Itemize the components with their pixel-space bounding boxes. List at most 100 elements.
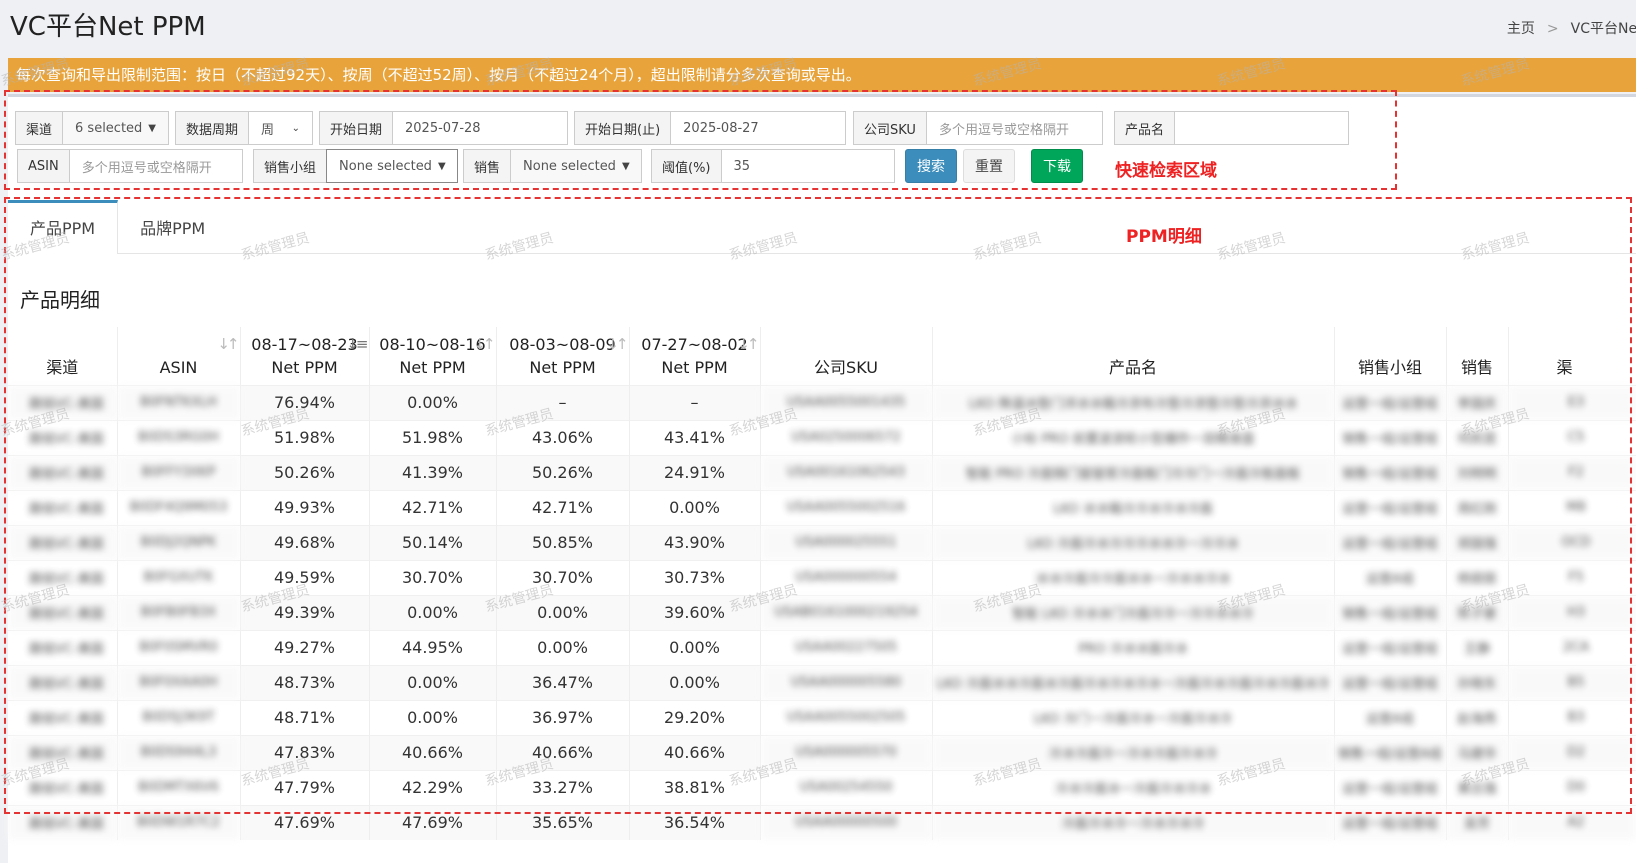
cell-week-2: 0.00% xyxy=(369,594,497,630)
cell-company-sku: USA0250006572 xyxy=(760,419,933,455)
col-company-sku: 公司SKU xyxy=(760,327,933,385)
start-date-input[interactable]: 2025-07-28 xyxy=(393,112,567,144)
col-week-4-metric: Net PPM xyxy=(661,357,728,377)
channel-filter: 渠道 6 selected ▼ xyxy=(15,111,169,145)
cell-asin: B0F0XAA0H xyxy=(117,664,241,700)
asin-input[interactable]: 多个用逗号或空格隔开 xyxy=(70,150,242,182)
sales-select[interactable]: None selected ▼ xyxy=(511,150,641,182)
col-week-4-range: 07-27~08-02 xyxy=(641,334,748,354)
sales-group-filter: 销售小组 None selected ▼ xyxy=(253,149,458,183)
channel-select[interactable]: 6 selected ▼ xyxy=(63,112,168,144)
sort-desc-icon: ↓≡ xyxy=(346,335,368,353)
cell-extra: B3 xyxy=(1508,699,1636,735)
cell-week-1: 49.39% xyxy=(240,594,370,630)
cell-asin: B0DMTX6V6 xyxy=(117,769,241,805)
col-week-3-range: 08-03~08-09 xyxy=(509,334,616,354)
period-label: 数据周期 xyxy=(176,112,250,144)
col-week-2[interactable]: ↓↑ 08-10~08-16 Net PPM xyxy=(369,327,497,385)
col-week-2-metric: Net PPM xyxy=(399,357,466,377)
cell-product-name: 冷冰冷面冷一冷冰冷面冷冰冷 xyxy=(932,734,1335,770)
cell-product-name: PRO 冷冰冰面冷冰 xyxy=(932,629,1335,665)
cell-channel: 路铭VC-美国 xyxy=(8,419,118,455)
cell-product-name: LKO 冷面冰冰冷面冰冷面冷冰冷冰冷冰一冷面冷冰冷面冷冰冷面冰冷 xyxy=(932,664,1335,700)
cell-company-sku: USAA000005580 xyxy=(760,664,933,700)
cell-week-1: 48.73% xyxy=(240,664,370,700)
product-name-input[interactable] xyxy=(1175,112,1348,144)
cell-week-3: 42.71% xyxy=(496,489,630,525)
cell-product-name: LKO 冰冰箱冷冷冰冷冰冷面 xyxy=(932,489,1335,525)
end-date-input[interactable]: 2025-08-27 xyxy=(671,112,845,144)
cell-channel: 路铭VC-美国 xyxy=(8,559,118,595)
col-week-1[interactable]: ↓≡ 08-17~08-23 Net PPM xyxy=(240,327,370,385)
cell-asin: B0F0SMVR0 xyxy=(117,629,241,665)
download-button[interactable]: 下载 xyxy=(1031,149,1083,183)
period-select[interactable]: 周 ⌄ xyxy=(249,112,312,144)
cell-week-2: 51.98% xyxy=(369,419,497,455)
cell-channel: 路铭VC-美国 xyxy=(8,524,118,560)
cell-week-4: – xyxy=(629,384,761,420)
table-row: 路铭VC-美国 B0FB0FB3X 49.39% 0.00% 0.00% 39.60% US… xyxy=(8,594,1636,630)
cell-week-2: 42.29% xyxy=(369,769,497,805)
cell-channel: 路铭VC-美国 xyxy=(8,769,118,805)
cell-extra: 2CA xyxy=(1508,629,1636,665)
cell-extra: OCD xyxy=(1508,524,1636,560)
cell-channel: 路铭VC-美国 xyxy=(8,664,118,700)
cell-asin: B0DS944L3 xyxy=(117,734,241,770)
cell-extra: A2 xyxy=(1508,804,1636,840)
col-asin[interactable]: ↓↑ ASIN xyxy=(117,327,241,385)
cell-week-3: 30.70% xyxy=(496,559,630,595)
col-extra: 渠 xyxy=(1508,327,1636,385)
cell-week-4: 0.00% xyxy=(629,629,761,665)
search-button[interactable]: 搜索 xyxy=(905,149,957,183)
cell-sales-group: 销售一组/运营组 xyxy=(1334,419,1447,455)
tab-brand-ppm[interactable]: 品牌PPM xyxy=(118,200,227,254)
cell-product-name: 冷面冷冰冷一冷冰冷冰冷 xyxy=(932,804,1335,840)
cell-week-4: 43.90% xyxy=(629,524,761,560)
breadcrumb-home[interactable]: 主页 xyxy=(1507,21,1535,37)
ppm-table-body: 路铭VC-美国 B0FNTKXLH 76.94% 0.00% – – USAA0055001… xyxy=(8,384,1636,840)
table-row: 路铭VC-美国 B0F0SMVR0 49.27% 44.95% 0.00% 0.00% US… xyxy=(8,629,1636,665)
threshold-input[interactable]: 35 xyxy=(722,150,895,182)
cell-sales: 何凯昆 xyxy=(1446,419,1509,455)
query-limit-notice: 每次查询和导出限制范围：按日（不超过92天）、按周（不超过52周）、按月（不超过… xyxy=(8,58,1636,92)
end-date-filter: 开始日期(止) 2025-08-27 xyxy=(574,111,846,145)
cell-company-sku: USA000005570 xyxy=(760,734,933,770)
quick-search-annotation: 快速检索区域 xyxy=(1115,161,1217,181)
cell-channel: 路铭VC-美国 xyxy=(8,594,118,630)
cell-channel: 路铭VC-美国 xyxy=(8,699,118,735)
ppm-detail-annotation: PPM明细 xyxy=(1126,227,1202,247)
end-date-label: 开始日期(止) xyxy=(575,112,672,144)
cell-asin: B0DF4Q9M053 xyxy=(117,489,241,525)
cell-week-1: 76.94% xyxy=(240,384,370,420)
col-week-3[interactable]: ↓↑ 08-03~08-09 Net PPM xyxy=(496,327,630,385)
cell-extra: B5 xyxy=(1508,664,1636,700)
table-row: 路铭VC-美国 B0FFY3XKP 50.26% 41.39% 50.26% 24.91%… xyxy=(8,454,1636,490)
cell-sales-group: 运营A组 xyxy=(1334,699,1447,735)
sort-icon: ↓↑ xyxy=(217,335,239,353)
cell-week-3: 0.00% xyxy=(496,594,630,630)
cell-week-3: 36.97% xyxy=(496,699,630,735)
company-sku-input[interactable]: 多个用逗号或空格隔开 xyxy=(927,112,1102,144)
cell-week-1: 49.59% xyxy=(240,559,370,595)
cell-sales-group: 运营一组/运营组 xyxy=(1334,489,1447,525)
cell-extra: F5 xyxy=(1508,559,1636,595)
col-sales-label: 销售 xyxy=(1460,357,1493,377)
ppm-table: 渠道 ↓↑ ASIN ↓≡ 08-17~08-23 Net PPM ↓↑ 08-10~0… xyxy=(8,327,1636,840)
cell-extra: H3 xyxy=(1508,594,1636,630)
sales-select-value: None selected xyxy=(523,158,616,174)
col-week-4[interactable]: ↓↑ 07-27~08-02 Net PPM xyxy=(629,327,761,385)
table-row: 路铭VC-美国 B0DS944L3 47.83% 40.66% 40.66% 40.66%… xyxy=(8,734,1636,770)
cell-product-name: LKO 冷面冷冰冷冷冷冰冰冷一冷冷冰 xyxy=(932,524,1335,560)
cell-week-3: 35.65% xyxy=(496,804,630,840)
cell-product-name: 智能 LKO 冷冰冰门冷面冷冷一冷冷冰冰冷 xyxy=(932,594,1335,630)
sales-group-select[interactable]: None selected ▼ xyxy=(326,149,458,183)
cell-product-name: 小标 PRO 前置波浪轮小型爆炸一双精准盘 xyxy=(932,419,1335,455)
cell-week-4: 43.41% xyxy=(629,419,761,455)
sales-group-select-value: None selected xyxy=(339,158,432,174)
tab-product-ppm[interactable]: 产品PPM xyxy=(8,200,119,254)
cell-company-sku: USA00161062543 xyxy=(760,454,933,490)
cell-week-2: 0.00% xyxy=(369,384,497,420)
cell-sales: 刘明明 xyxy=(1446,454,1509,490)
reset-button[interactable]: 重置 xyxy=(963,149,1015,183)
cell-sales-group: 销售一组/运营A组 xyxy=(1334,734,1447,770)
